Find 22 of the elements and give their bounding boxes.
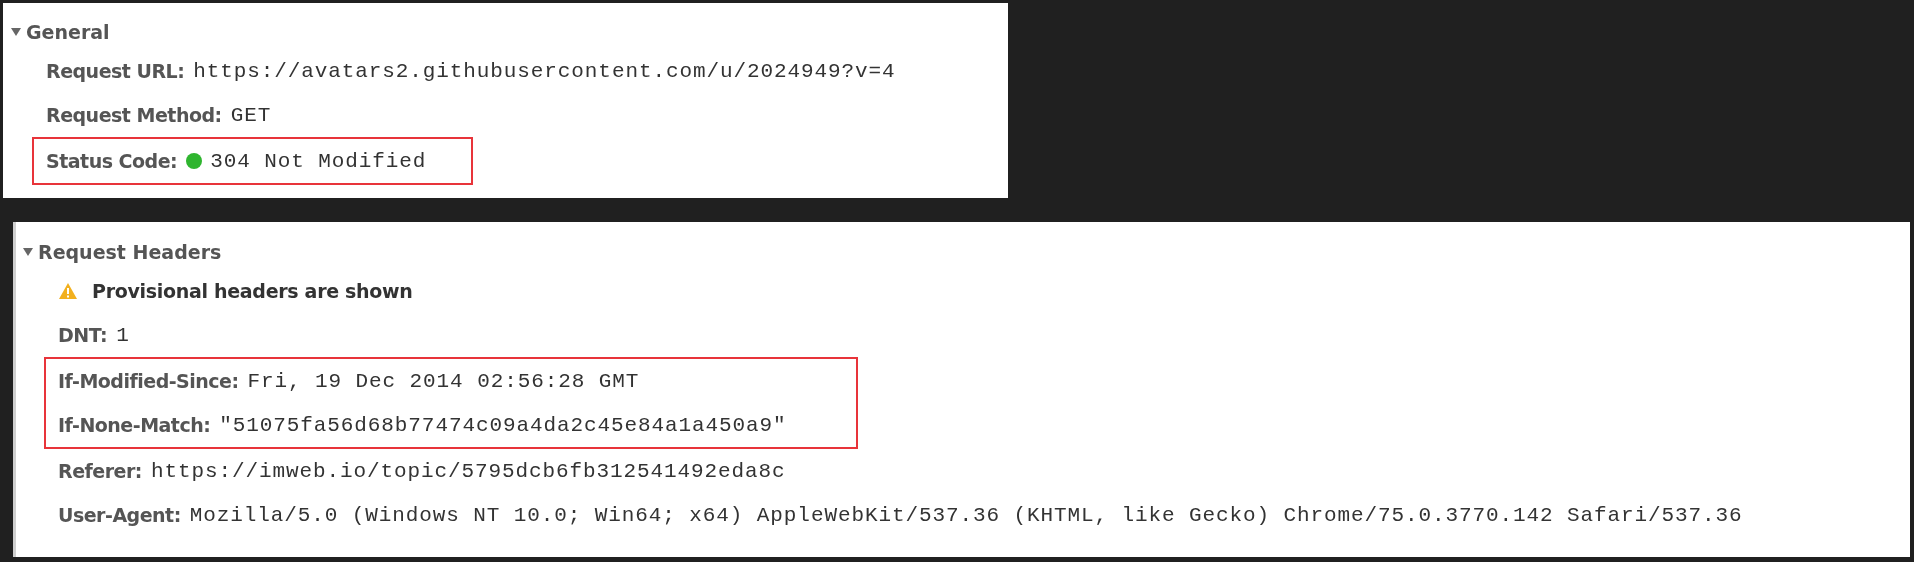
header-value: GET bbox=[230, 103, 272, 127]
header-value: https://imweb.io/topic/5795dcb6fb312541492eda8c bbox=[150, 459, 786, 483]
header-value: https://avatars2.githubusercontent.com/u/2024949?v=4 bbox=[193, 59, 896, 83]
header-name: If-None-Match: bbox=[58, 414, 211, 436]
header-name: Status Code: bbox=[46, 150, 178, 172]
header-value: Mozilla/5.0 (Windows NT 10.0; Win64; x64) AppleWebKit/537.36 (KHTML, like Gecko) Chrome/75.0.3770.142 Safari/537.36 bbox=[189, 503, 1743, 527]
header-value: "51075fa56d68b77474c09a4da2c45e84a1a450a9" bbox=[219, 413, 787, 437]
expanded-triangle-icon bbox=[10, 26, 22, 38]
header-name: User-Agent: bbox=[58, 504, 181, 526]
warning-icon bbox=[58, 282, 78, 300]
header-name: If-Modified-Since: bbox=[58, 370, 239, 392]
section-header[interactable]: General bbox=[10, 15, 1008, 49]
header-name: Referer: bbox=[58, 460, 142, 482]
header-name: Request URL: bbox=[46, 60, 185, 82]
header-value: 304 Not Modified bbox=[210, 149, 427, 173]
header-value: 1 bbox=[116, 323, 130, 347]
expanded-triangle-icon bbox=[22, 246, 34, 258]
section-header[interactable]: Request Headers bbox=[22, 235, 1910, 269]
warning-text: Provisional headers are shown bbox=[92, 280, 413, 302]
header-name: DNT: bbox=[58, 324, 108, 346]
header-value: Fri, 19 Dec 2014 02:56:28 GMT bbox=[247, 369, 640, 393]
header-name: Request Method: bbox=[46, 104, 222, 126]
